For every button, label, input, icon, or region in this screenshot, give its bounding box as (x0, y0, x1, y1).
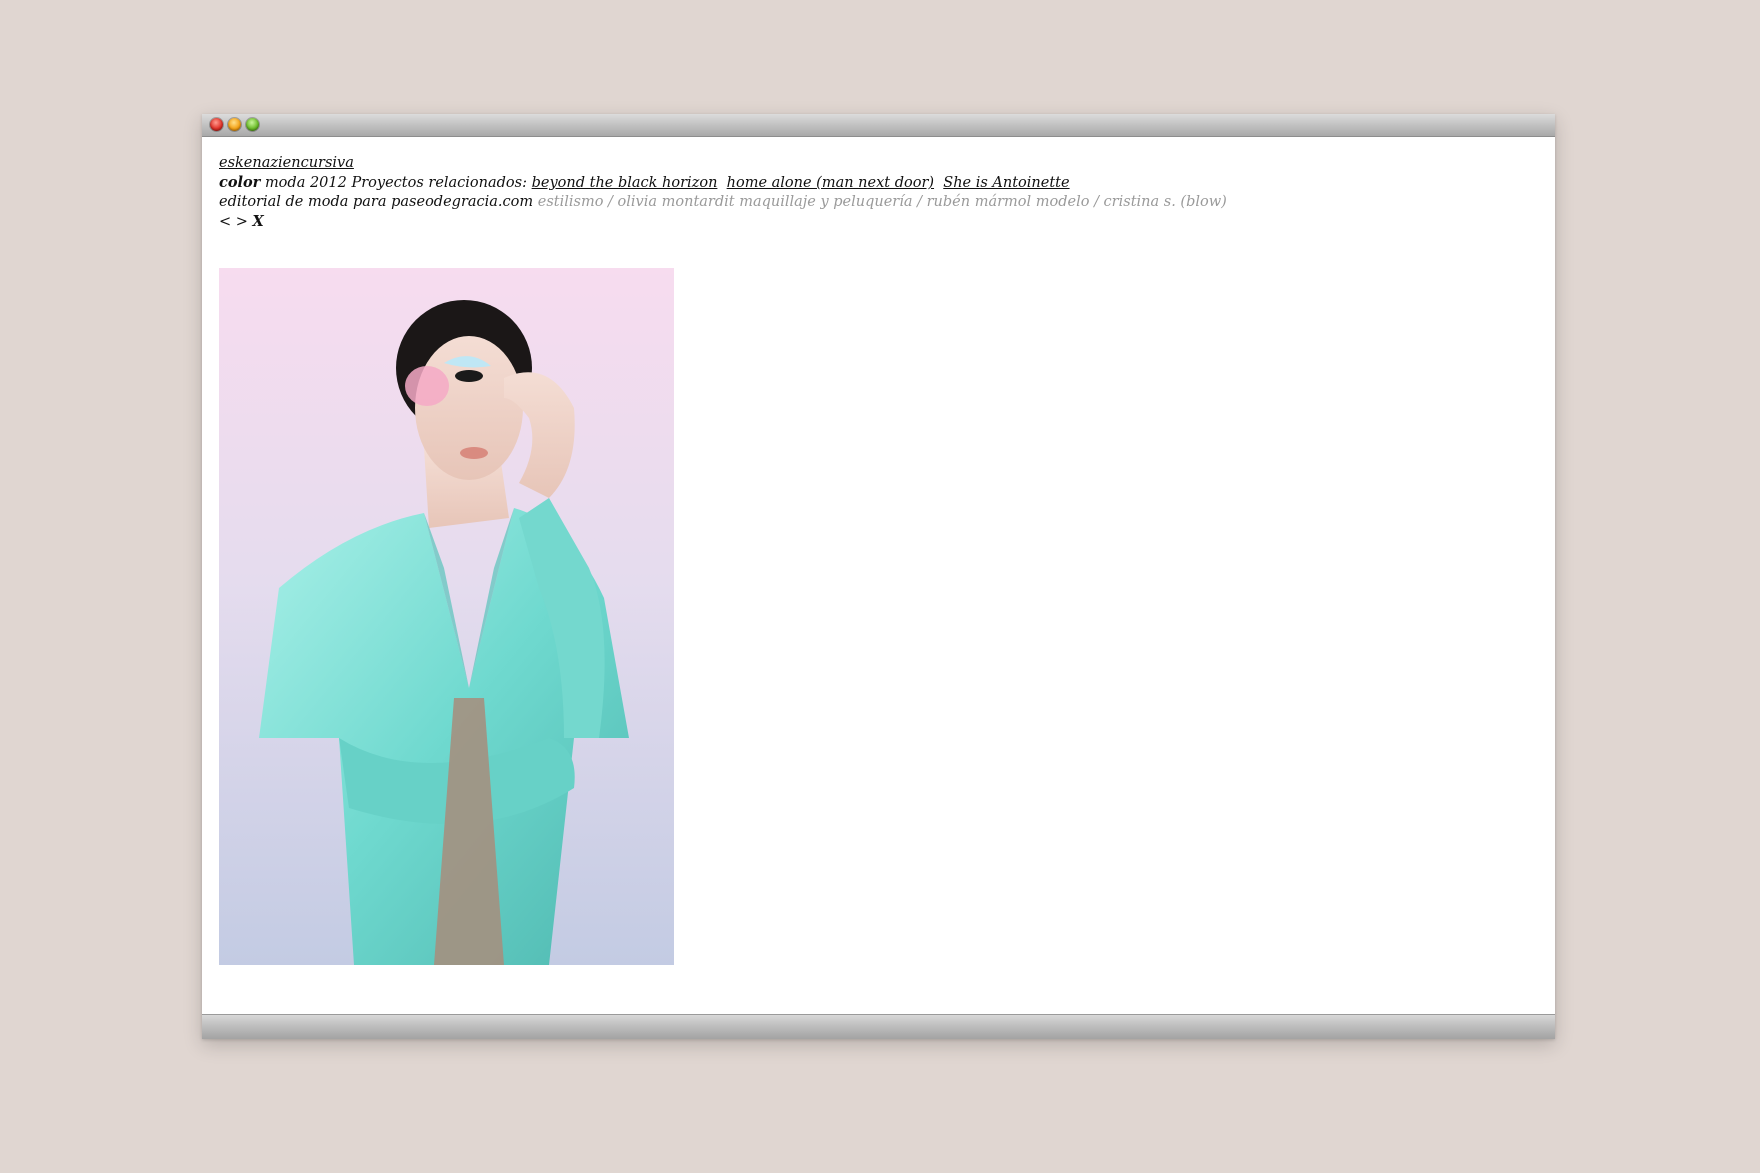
related-project-link-2[interactable]: home alone (man next door) (727, 175, 934, 191)
page-header: eskenaziencursiva color moda 2012 Proyec… (219, 154, 1538, 232)
minimize-icon[interactable] (228, 118, 241, 131)
title-bar[interactable] (202, 114, 1555, 137)
fashion-photo-illustration (219, 268, 674, 965)
project-credits: estilismo / olivia montardit maquillaje … (537, 194, 1227, 210)
related-project-link-3[interactable]: She is Antoinette (943, 175, 1069, 191)
project-description: editorial de moda para paseodegracia.com (219, 194, 534, 210)
project-meta: moda 2012 Proyectos relacionados: (264, 175, 527, 191)
prev-button[interactable]: < (219, 214, 231, 230)
status-bar (202, 1014, 1555, 1039)
site-name-link[interactable]: eskenaziencursiva (219, 155, 354, 171)
related-project-link-1[interactable]: beyond the black horizon (532, 175, 718, 191)
project-title: color (219, 174, 261, 191)
browser-window: eskenaziencursiva color moda 2012 Proyec… (202, 114, 1555, 1039)
gallery-nav: < > X (219, 212, 1538, 232)
next-button[interactable]: > (236, 214, 248, 230)
fashion-photo[interactable] (219, 268, 674, 965)
zoom-icon[interactable] (246, 118, 259, 131)
close-icon[interactable] (210, 118, 223, 131)
close-gallery-button[interactable]: X (253, 213, 264, 230)
